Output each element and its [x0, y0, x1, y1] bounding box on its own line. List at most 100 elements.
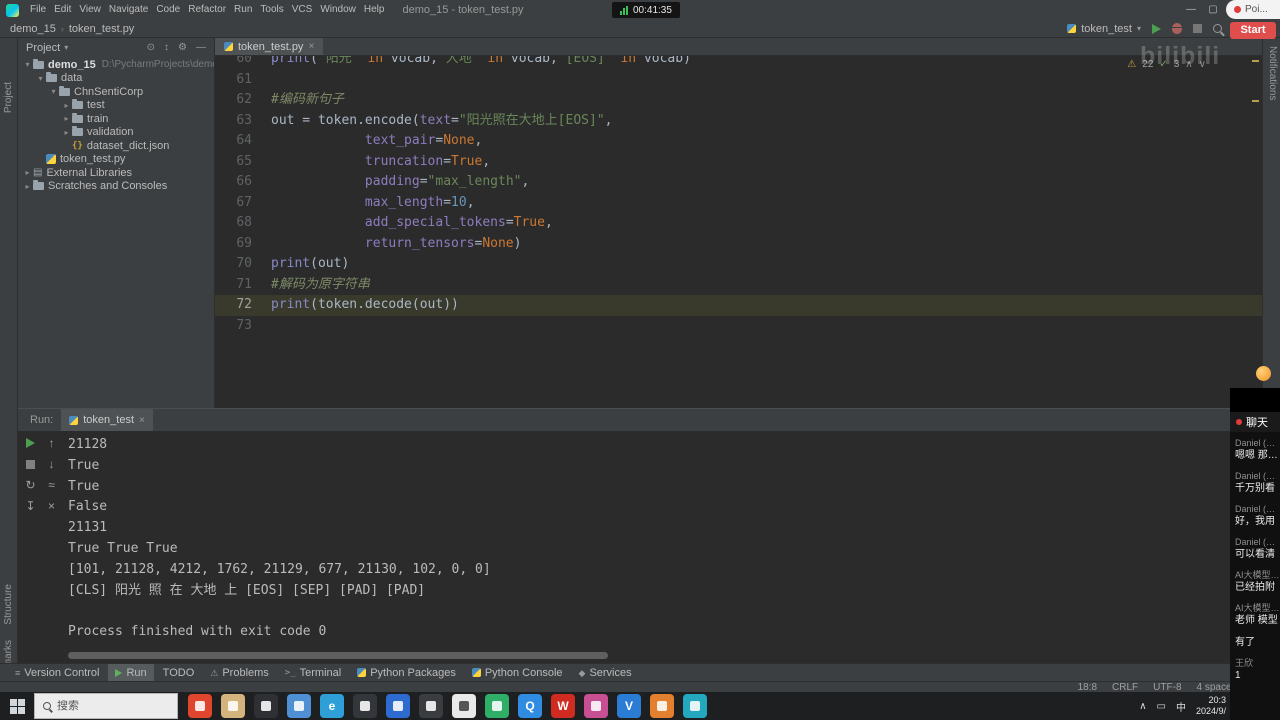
toolwindow-problems[interactable]: ⚠ Problems: [203, 664, 276, 682]
tree-item-dataset_dict.json[interactable]: {} dataset_dict.json: [18, 139, 214, 153]
code-text[interactable]: truncation=True,: [265, 152, 1262, 173]
line-number[interactable]: 68: [215, 213, 265, 234]
status-item-2[interactable]: UTF-8: [1153, 682, 1181, 693]
menu-item-help[interactable]: Help: [360, 0, 389, 20]
taskbar-app-8[interactable]: [452, 694, 476, 718]
minimize-button[interactable]: —: [1180, 0, 1202, 20]
chevron-right-icon[interactable]: ▸: [61, 114, 72, 123]
code-text[interactable]: #解码为原字符串: [265, 275, 1262, 296]
line-number[interactable]: 61: [215, 70, 265, 91]
toolwindow-todo[interactable]: TODO: [156, 664, 202, 682]
line-number[interactable]: 70: [215, 254, 265, 275]
taskbar-app-10[interactable]: Q: [518, 694, 542, 718]
chevron-right-icon[interactable]: ▸: [61, 128, 72, 137]
search-everywhere-icon[interactable]: [1213, 24, 1222, 33]
stop-button[interactable]: [26, 459, 35, 469]
code-text[interactable]: padding="max_length",: [265, 172, 1262, 193]
taskbar-app-2[interactable]: [254, 694, 278, 718]
taskbar-app-6[interactable]: [386, 694, 410, 718]
taskbar-app-3[interactable]: [287, 694, 311, 718]
menu-item-refactor[interactable]: Refactor: [184, 0, 230, 20]
close-icon[interactable]: ×: [308, 41, 314, 52]
clock[interactable]: 20:3 2024/9/: [1196, 695, 1226, 717]
taskbar-search[interactable]: [34, 693, 178, 719]
tree-item-chnsenticorp[interactable]: ▾ ChnSentiCorp: [18, 85, 214, 99]
locate-file-icon[interactable]: ⊙: [147, 42, 155, 53]
toolwindow-python-console[interactable]: Python Console: [465, 664, 570, 682]
menu-item-code[interactable]: Code: [152, 0, 184, 20]
chevron-right-icon[interactable]: ▸: [22, 182, 33, 191]
stripe-project-tab[interactable]: Project: [3, 82, 14, 113]
taskbar-app-0[interactable]: [188, 694, 212, 718]
expand-all-icon[interactable]: ↕: [164, 42, 169, 53]
code-editor[interactable]: 60 print("阳光" in vocab,"大地" in vocab,"[EO…: [215, 56, 1262, 408]
toolwindow-terminal[interactable]: >_ Terminal: [278, 664, 348, 682]
stop-button[interactable]: [1193, 24, 1202, 33]
tree-item-demo_15[interactable]: ▾ demo_15 D:\PycharmProjects\demo_15: [18, 58, 214, 72]
code-text[interactable]: max_length=10,: [265, 193, 1262, 214]
console-output[interactable]: 21128 True True False 21131 True True True [10…: [68, 435, 1202, 643]
menu-item-navigate[interactable]: Navigate: [105, 0, 152, 20]
toolwindow-services[interactable]: ◆ Services: [572, 664, 639, 682]
run-config-select[interactable]: token_test ▾: [1067, 23, 1141, 35]
toolwindow-python-packages[interactable]: Python Packages: [350, 664, 463, 682]
line-number[interactable]: 65: [215, 152, 265, 173]
toolwindow-run[interactable]: Run: [108, 663, 154, 682]
chevron-down-icon[interactable]: ▾: [22, 60, 33, 69]
settings-icon[interactable]: ⚙: [178, 42, 187, 53]
code-text[interactable]: #编码新句子: [265, 90, 1262, 111]
stripe-notifications-tab[interactable]: Notifications: [1267, 46, 1278, 100]
chevron-down-icon[interactable]: ▾: [48, 87, 59, 96]
taskbar-app-14[interactable]: [650, 694, 674, 718]
tree-item-validation[interactable]: ▸ validation: [18, 126, 214, 140]
toolwindow-version-control[interactable]: ≡ Version Control: [8, 664, 106, 682]
line-number[interactable]: 71: [215, 275, 265, 296]
code-text[interactable]: out = token.encode(text="阳光照在大地上[EOS]",: [265, 111, 1262, 132]
code-text[interactable]: return_tensors=None): [265, 234, 1262, 255]
line-number[interactable]: 64: [215, 131, 265, 152]
breadcrumb-file[interactable]: token_test.py: [69, 23, 134, 35]
floating-recorder-ball[interactable]: [1256, 366, 1271, 381]
recorder-pill[interactable]: Poi...: [1226, 0, 1280, 19]
chat-messages[interactable]: Daniel (… 嗯嗯 那… Daniel (… 千万别看 Daniel (… 好，我用…: [1230, 432, 1280, 682]
taskbar-app-11[interactable]: W: [551, 694, 575, 718]
prev-button[interactable]: ↑: [49, 437, 55, 449]
taskbar-app-9[interactable]: [485, 694, 509, 718]
project-panel-title[interactable]: Project: [26, 42, 60, 54]
taskbar-app-13[interactable]: V: [617, 694, 641, 718]
menu-item-view[interactable]: View: [75, 0, 105, 20]
tree-item-train[interactable]: ▸ train: [18, 112, 214, 126]
taskbar-app-1[interactable]: [221, 694, 245, 718]
restore-layout-button[interactable]: ↻: [25, 479, 35, 491]
debug-button[interactable]: [1172, 23, 1182, 34]
menu-item-vcs[interactable]: VCS: [288, 0, 317, 20]
line-number[interactable]: 62: [215, 90, 265, 111]
tree-item-test[interactable]: ▸ test: [18, 99, 214, 113]
code-text[interactable]: print(token.decode(out)): [265, 295, 1262, 316]
start-button[interactable]: [0, 692, 34, 720]
run-tab[interactable]: token_test ×: [61, 409, 153, 431]
code-text[interactable]: print(out): [265, 254, 1262, 275]
close-icon[interactable]: ×: [139, 415, 145, 426]
taskbar-app-15[interactable]: [683, 694, 707, 718]
hide-panel-icon[interactable]: —: [196, 42, 206, 53]
run-button[interactable]: [1152, 23, 1161, 34]
code-text[interactable]: print("阳光" in vocab,"大地" in vocab,"[EOS]…: [265, 56, 1262, 70]
chevron-right-icon[interactable]: ▸: [61, 101, 72, 110]
taskbar-app-12[interactable]: [584, 694, 608, 718]
code-text[interactable]: text_pair=None,: [265, 131, 1262, 152]
status-item-0[interactable]: 18:8: [1078, 682, 1097, 693]
taskbar-app-5[interactable]: [353, 694, 377, 718]
line-number[interactable]: 63: [215, 111, 265, 132]
recorder-start-button[interactable]: Start: [1230, 22, 1276, 39]
taskbar-app-4[interactable]: e: [320, 694, 344, 718]
tree-item-external-libraries[interactable]: ▸ ▤ External Libraries: [18, 166, 214, 180]
line-number[interactable]: 67: [215, 193, 265, 214]
ime-indicator[interactable]: 中: [1176, 699, 1186, 714]
scroll-to-end-button[interactable]: ↧: [25, 500, 35, 512]
menu-item-edit[interactable]: Edit: [50, 0, 75, 20]
chat-titlebar[interactable]: [1230, 388, 1280, 412]
chevron-right-icon[interactable]: ▸: [22, 168, 33, 177]
line-number[interactable]: 60: [215, 56, 265, 70]
code-text[interactable]: add_special_tokens=True,: [265, 213, 1262, 234]
